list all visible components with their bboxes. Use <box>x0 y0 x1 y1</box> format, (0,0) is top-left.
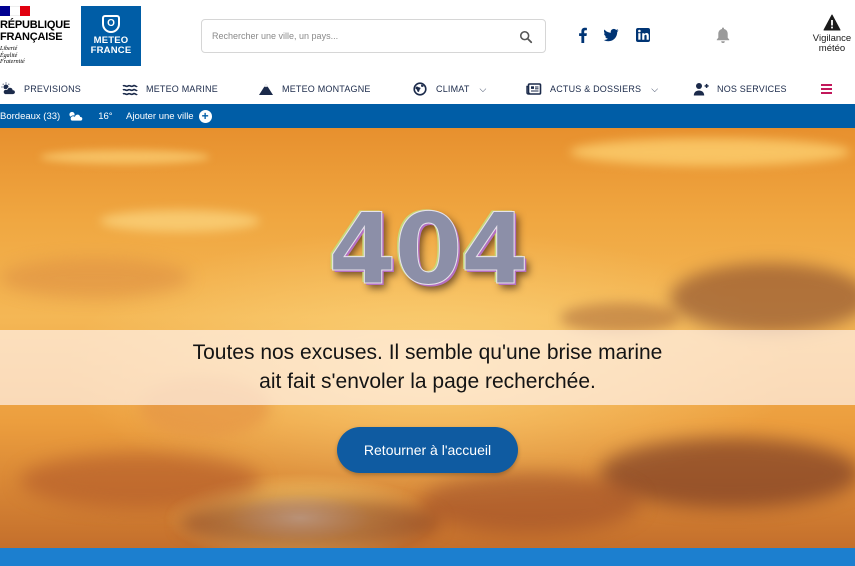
mountain-icon <box>259 84 273 95</box>
add-city-label: Ajouter une ville <box>126 111 194 122</box>
meteo-france-emblem-icon: O <box>102 15 120 33</box>
globe-icon <box>413 82 427 96</box>
meteo-france-wordmark: METEO FRANCE <box>90 35 132 56</box>
facebook-icon[interactable] <box>575 27 591 43</box>
republique-francaise-logo[interactable]: RÉPUBLIQUE FRANÇAISE Liberté Égalité Fra… <box>0 4 78 68</box>
vigilance-button[interactable]: Vigilance météo <box>806 14 855 54</box>
french-flag-icon <box>0 6 30 16</box>
cloud-sun-icon <box>1 82 16 95</box>
bell-icon[interactable] <box>714 26 732 44</box>
favorite-cities-bar: Bordeaux (33) 16° Ajouter une ville + <box>0 104 855 128</box>
plus-circle-icon: + <box>198 110 212 123</box>
waves-icon <box>122 84 138 96</box>
nav-label: METEO MARINE <box>146 84 218 94</box>
city-bordeaux[interactable]: Bordeaux (33) 16° <box>0 110 113 122</box>
nav-label: CLIMAT <box>436 84 470 94</box>
vigilance-label: Vigilance météo <box>812 33 852 54</box>
meteo-france-logo[interactable]: O METEO FRANCE <box>81 6 141 66</box>
error-hero: 404 Toutes nos excuses. Il semble qu'une… <box>0 128 855 548</box>
republique-title: RÉPUBLIQUE FRANÇAISE <box>0 19 71 43</box>
error-code: 404 <box>328 193 530 307</box>
partly-cloudy-icon <box>69 111 84 122</box>
nav-item-meteo-montagne[interactable]: METEO MONTAGNE <box>258 81 371 97</box>
newspaper-icon <box>526 83 542 95</box>
warning-icon <box>823 14 841 31</box>
nav-label: ACTUS & DOSSIERS <box>550 84 642 94</box>
site-header: RÉPUBLIQUE FRANÇAISE Liberté Égalité Fra… <box>0 0 855 74</box>
return-home-button[interactable]: Retourner à l'accueil <box>337 427 518 473</box>
main-navigation: PREVISIONS METEO MARINE METEO MONTAGNE C… <box>0 74 855 104</box>
republique-motto: Liberté Égalité Fraternité <box>0 46 25 65</box>
chevron-down-icon: ⌵ <box>651 83 659 94</box>
search-input[interactable] <box>212 28 512 44</box>
error-message: Toutes nos excuses. Il semble qu'une bri… <box>192 341 663 393</box>
search-icon[interactable] <box>519 30 533 44</box>
city-name: Bordeaux (33) <box>0 110 61 122</box>
nav-item-climat[interactable]: CLIMAT ⌵ <box>412 81 487 97</box>
linkedin-icon[interactable] <box>635 27 651 43</box>
search-box <box>201 19 546 53</box>
nav-item-actus-dossiers[interactable]: ACTUS & DOSSIERS ⌵ <box>526 81 658 97</box>
city-temperature: 16° <box>98 110 113 122</box>
nav-item-nos-services[interactable]: NOS SERVICES <box>693 81 787 97</box>
nav-item-meteo-marine[interactable]: METEO MARINE <box>122 81 218 97</box>
footer-bar <box>0 548 855 566</box>
add-city-button[interactable]: Ajouter une ville + <box>126 110 212 123</box>
nav-item-previsions[interactable]: PREVISIONS <box>0 81 81 97</box>
nav-label: METEO MONTAGNE <box>282 84 371 94</box>
user-plus-icon <box>693 83 709 96</box>
hamburger-menu-icon[interactable] <box>821 82 835 96</box>
chevron-down-icon: ⌵ <box>479 83 487 94</box>
nav-label: PREVISIONS <box>24 84 82 94</box>
nav-label: NOS SERVICES <box>717 84 787 94</box>
twitter-icon[interactable] <box>603 27 619 43</box>
